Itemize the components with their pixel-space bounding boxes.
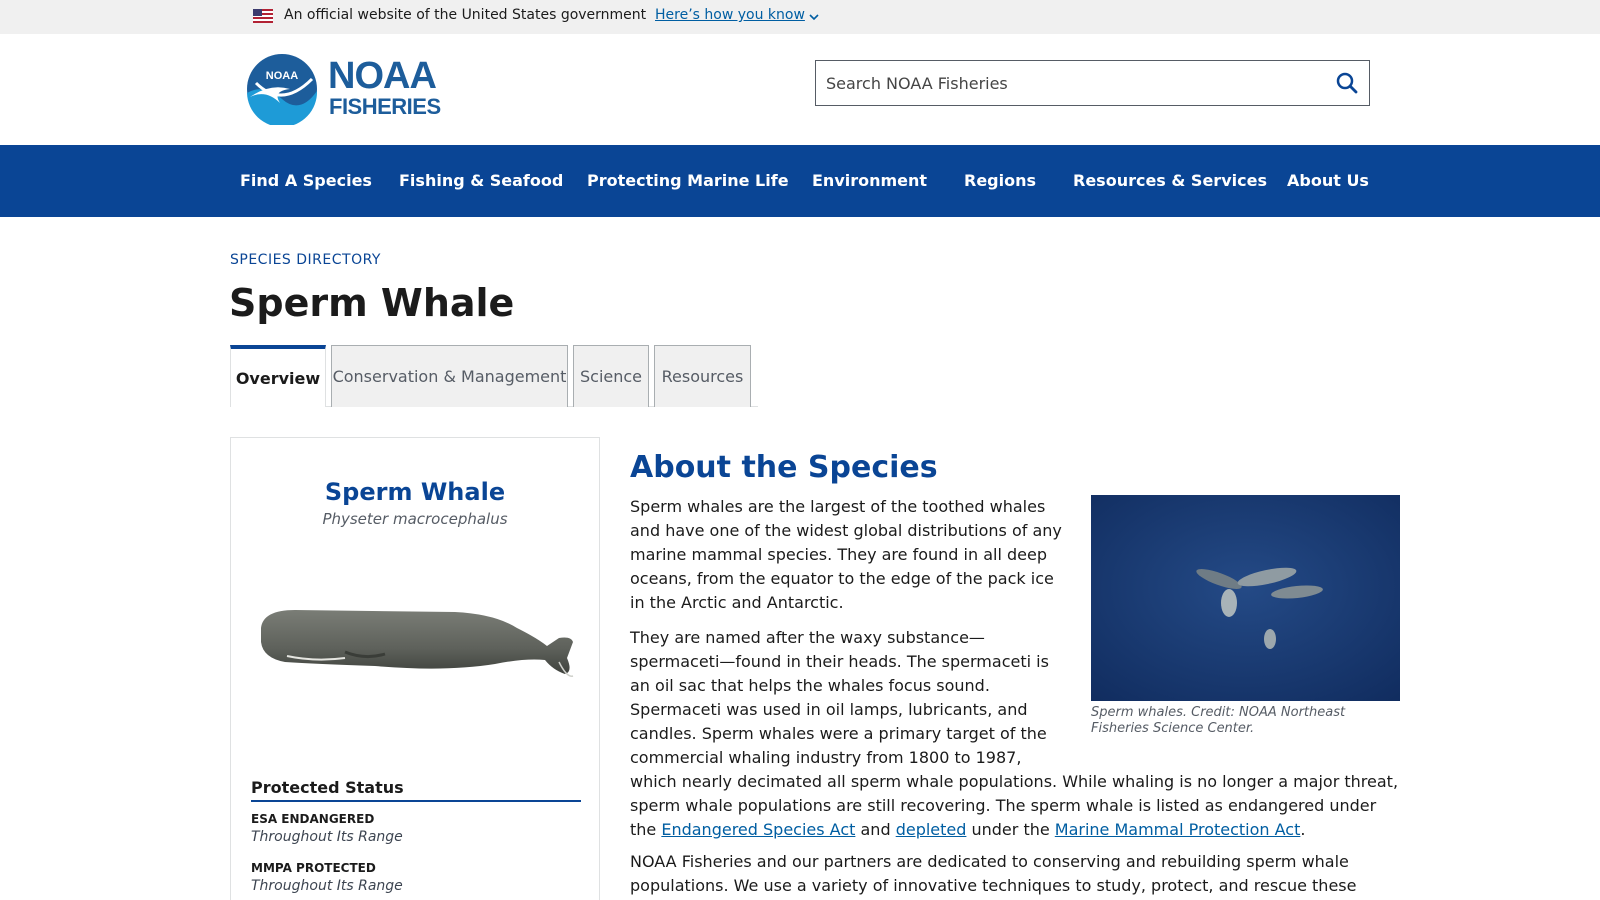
tab-conservation-management[interactable]: Conservation & Management (331, 345, 568, 407)
species-card: Sperm Whale Physeter macrocephalus Prote… (230, 437, 600, 900)
paragraph-2-text-b: and (855, 820, 896, 839)
paragraph-2-text-c: under the (966, 820, 1055, 839)
nav-environment[interactable]: Environment (812, 145, 927, 217)
tab-overview[interactable]: Overview (230, 345, 326, 407)
status-esa-label: ESA ENDANGERED (251, 812, 375, 826)
card-species-name: Sperm Whale (324, 478, 506, 506)
paragraph-2: They are named after the waxy substance—… (630, 626, 1400, 842)
noaa-emblem-icon: NOAA (247, 54, 318, 125)
breadcrumb[interactable]: SPECIES DIRECTORY (230, 252, 381, 268)
nav-find-a-species[interactable]: Find A Species (240, 145, 372, 217)
how-you-know-link[interactable]: Here’s how you know (655, 7, 805, 23)
emblem-text: NOAA (266, 70, 298, 82)
nav-protecting-marine-life[interactable]: Protecting Marine Life (587, 145, 789, 217)
status-mmpa-label: MMPA PROTECTED (251, 861, 376, 875)
chevron-down-icon[interactable] (808, 12, 820, 22)
page-title: Sperm Whale (229, 281, 515, 325)
sperm-whale-illustration (261, 610, 574, 677)
paragraph-1: Sperm whales are the largest of the toot… (630, 497, 1062, 612)
about-species-heading: About the Species (630, 450, 938, 485)
gov-banner-text: An official website of the United States… (284, 7, 647, 23)
nav-regions[interactable]: Regions (964, 145, 1036, 217)
nav-about-us[interactable]: About Us (1287, 145, 1369, 217)
paragraph-3: NOAA Fisheries and our partners are dedi… (630, 852, 1357, 895)
depleted-link[interactable]: depleted (896, 820, 967, 839)
species-tabs: Overview Conservation & Management Scien… (230, 345, 758, 407)
search-form (815, 60, 1370, 106)
nav-fishing-seafood[interactable]: Fishing & Seafood (399, 145, 563, 217)
photo-float-spacer (1064, 626, 1400, 770)
logo-fisheries-text: FISHERIES (329, 94, 441, 119)
endangered-species-act-link[interactable]: Endangered Species Act (661, 820, 855, 839)
marine-mammal-protection-act-link[interactable]: Marine Mammal Protection Act (1055, 820, 1301, 839)
search-input[interactable] (816, 61, 1316, 105)
gov-banner: An official website of the United States… (0, 0, 1600, 34)
us-flag-icon (253, 9, 273, 23)
paragraph-2-text-d: . (1300, 820, 1306, 839)
search-button[interactable] (1325, 61, 1369, 105)
protected-status-heading: Protected Status (251, 778, 581, 802)
logo-noaa-text: NOAA (328, 55, 437, 97)
card-scientific-name: Physeter macrocephalus (322, 510, 508, 528)
noaa-fisheries-logo[interactable]: NOAA NOAA FISHERIES (246, 53, 441, 127)
status-mmpa-value: Throughout Its Range (251, 878, 403, 894)
site-header: NOAA NOAA FISHERIES (0, 34, 1600, 145)
tab-resources[interactable]: Resources (654, 345, 751, 407)
status-esa-value: Throughout Its Range (251, 829, 403, 845)
nav-resources-services[interactable]: Resources & Services (1073, 145, 1267, 217)
main-navigation: Find A Species Fishing & Seafood Protect… (0, 145, 1600, 217)
search-icon (1336, 72, 1358, 94)
tab-science[interactable]: Science (573, 345, 649, 407)
